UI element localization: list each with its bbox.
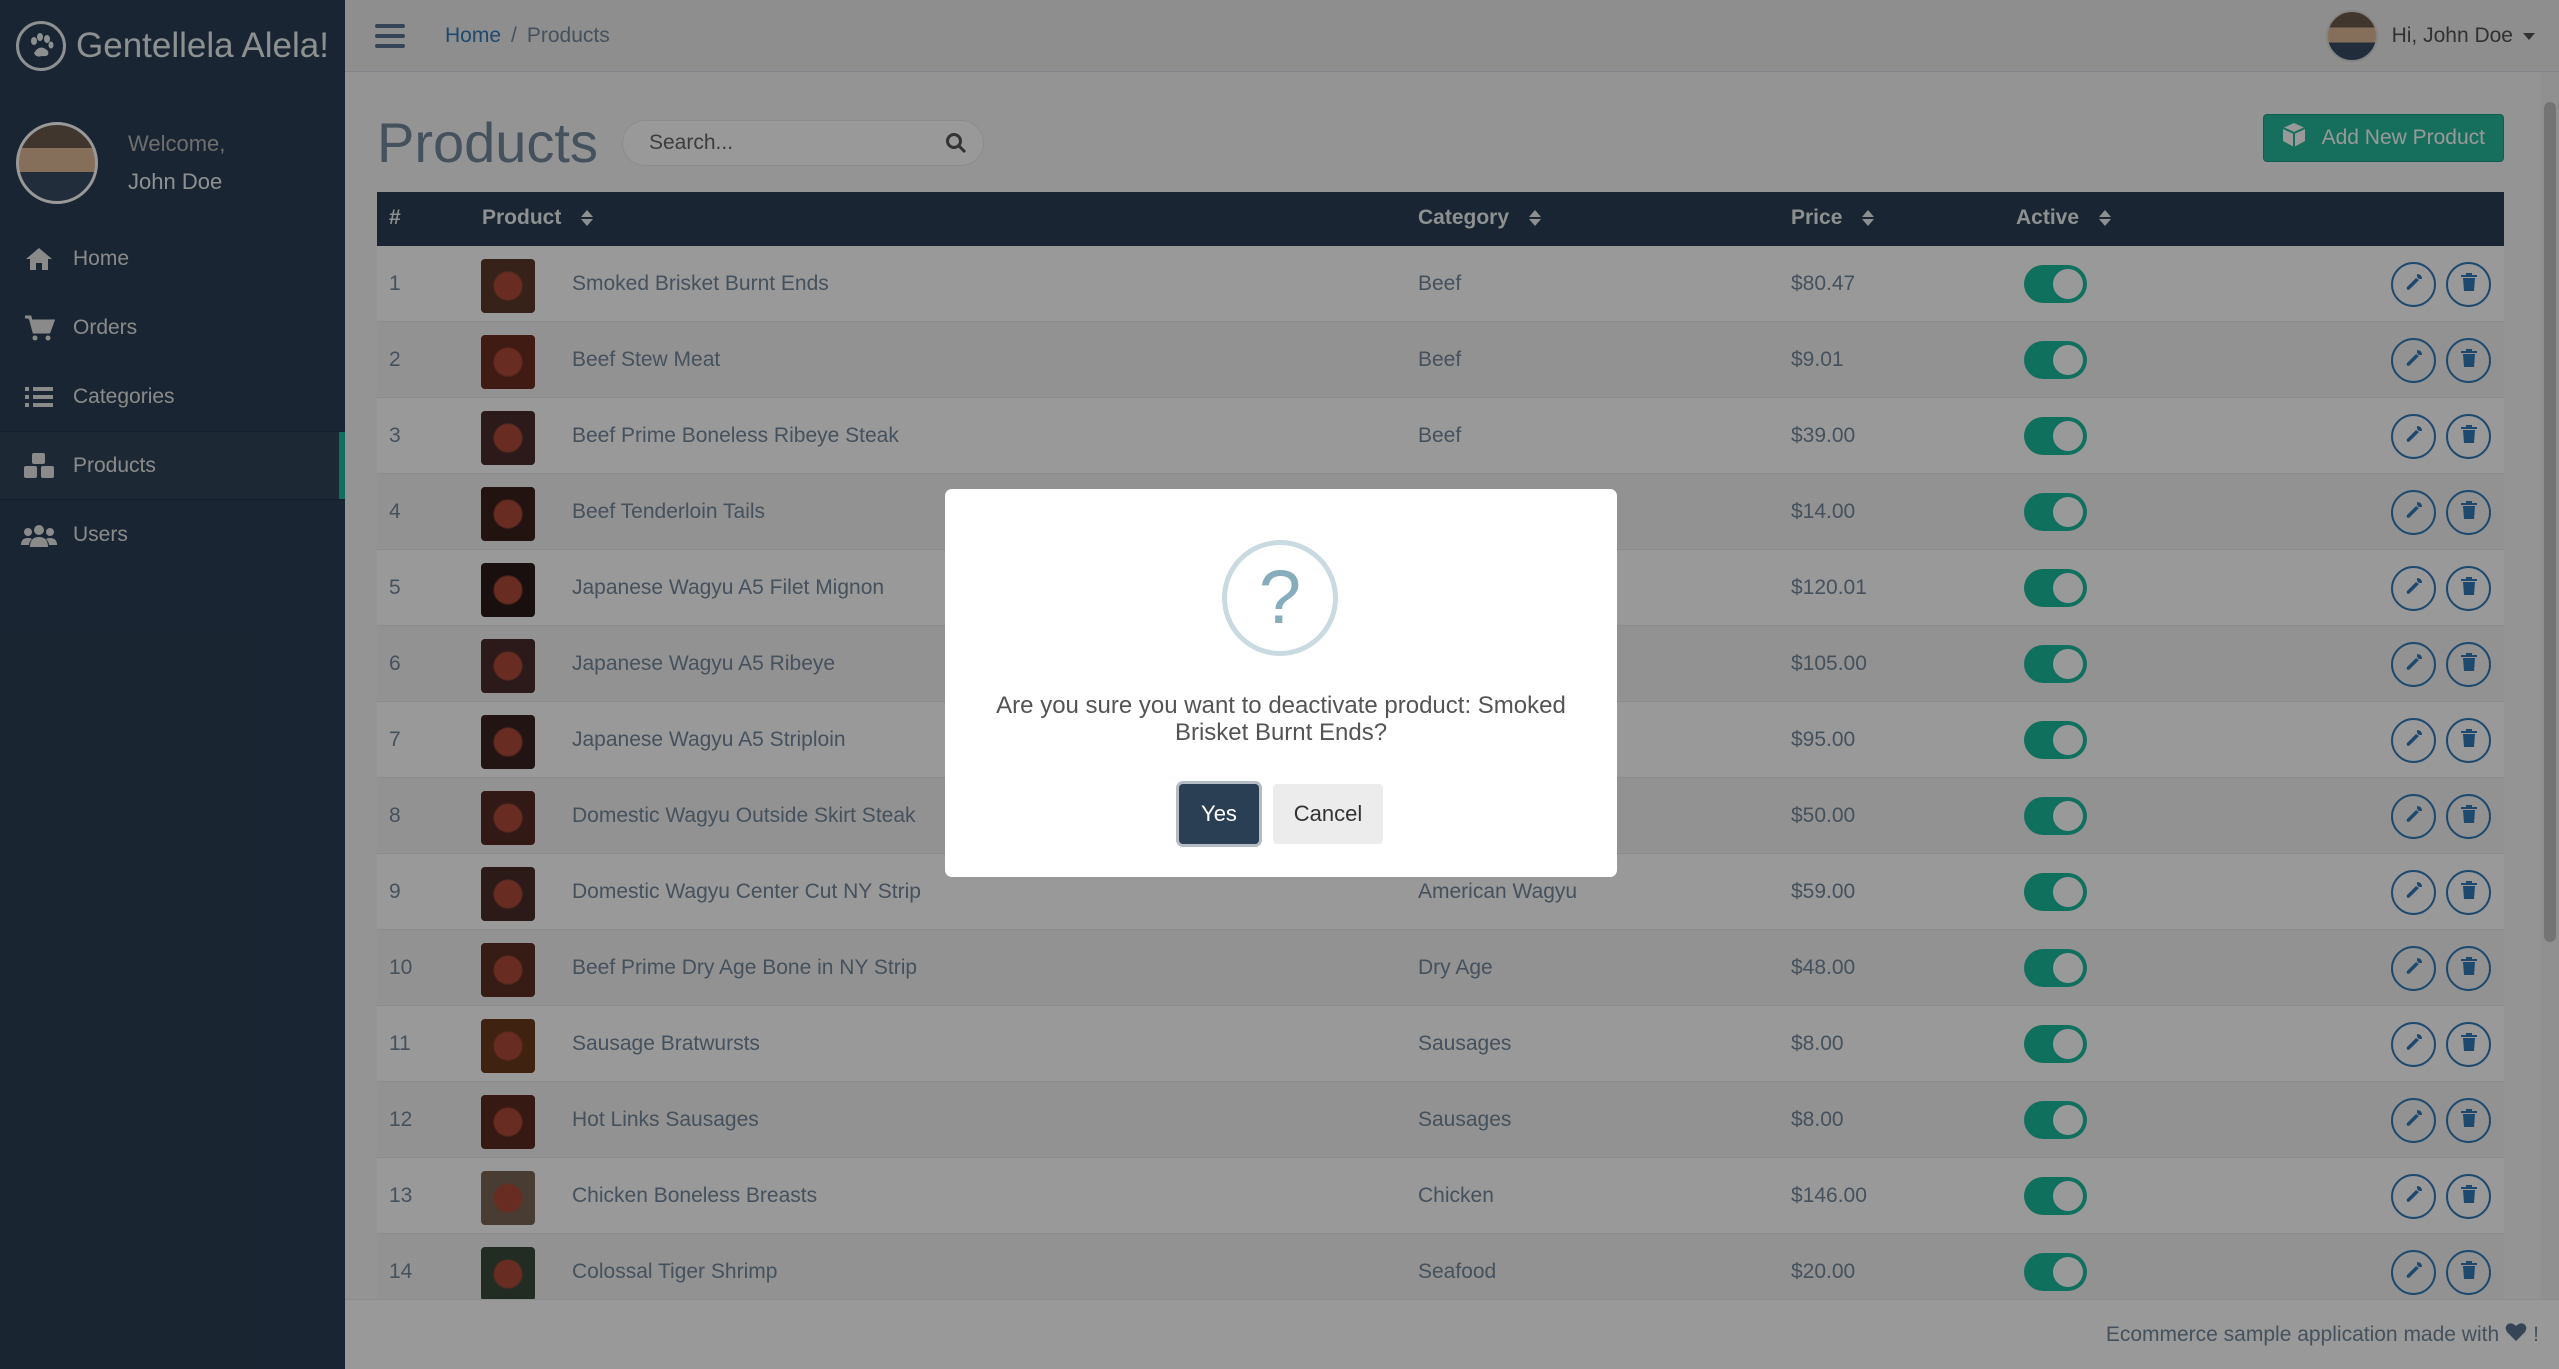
confirm-message: Are you sure you want to deactivate prod… [996,692,1566,746]
yes-button[interactable]: Yes [1179,784,1259,844]
cancel-button[interactable]: Cancel [1273,784,1383,844]
question-icon: ? [1222,540,1338,656]
confirm-dialog: ? Are you sure you want to deactivate pr… [945,489,1617,877]
